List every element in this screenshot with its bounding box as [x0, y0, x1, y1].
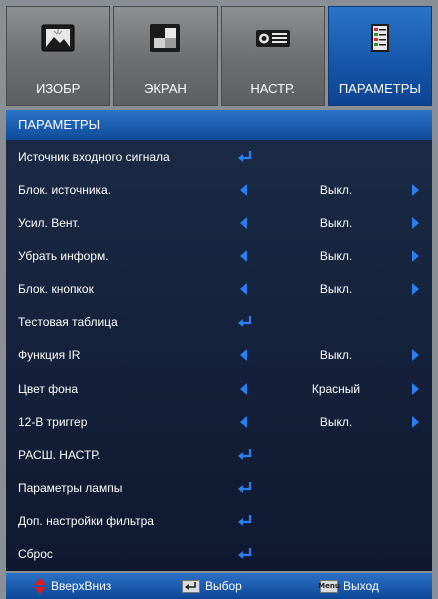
menu-key-icon: Menu — [318, 579, 340, 593]
enter-key-icon — [182, 579, 200, 593]
menu-item[interactable]: Усил. Вент. Выкл. — [6, 206, 432, 239]
exit-hint-label: Выход — [343, 579, 379, 593]
tab-image[interactable]: ИЗОБР — [6, 6, 111, 106]
enter-icon[interactable] — [238, 515, 252, 527]
menu-item-label: Источник входного сигнала — [18, 149, 170, 164]
menu-item[interactable]: Функция IR Выкл. — [6, 339, 432, 372]
menu-item[interactable]: Источник входного сигнала — [6, 140, 432, 173]
up-down-icon — [34, 578, 46, 594]
options-menu: Источник входного сигнала Блок. источника… — [6, 140, 432, 571]
screen-icon — [150, 24, 181, 52]
arrow-left-icon[interactable] — [240, 250, 247, 262]
menu-item-value: Выкл. — [319, 348, 353, 363]
menu-title: ПАРАМЕТРЫ — [6, 110, 432, 140]
arrow-left-icon[interactable] — [240, 183, 247, 196]
menu-item-label: Блок. кнопкок — [18, 282, 94, 297]
menu-item-value: Выкл. — [319, 215, 353, 230]
projector-icon — [255, 30, 290, 47]
menu-key-text: Menu — [318, 582, 340, 590]
menu-item-label: Функция IR — [18, 348, 81, 363]
menu-item-label: РАСШ. НАСТР. — [18, 447, 101, 462]
arrow-right-icon[interactable] — [412, 283, 419, 296]
arrow-left-icon[interactable] — [240, 415, 247, 428]
menu-item-label: Тестовая таблица — [18, 315, 118, 330]
image-icon — [41, 24, 75, 52]
nav-hint-label: ВверхВниз — [51, 579, 112, 593]
arrow-right-icon[interactable] — [412, 216, 419, 229]
tab-options[interactable]: ПАРАМЕТРЫ — [327, 6, 432, 106]
menu-item-value: Выкл. — [319, 182, 353, 197]
select-hint: Выбор — [182, 579, 242, 593]
tab-label: ПАРАМЕТРЫ — [338, 81, 421, 96]
menu-item-label: Усил. Вент. — [18, 215, 80, 230]
menu-item[interactable]: Тестовая таблица — [6, 306, 432, 339]
footer-hints: ВверхВниз Выбор Menu Выход — [6, 573, 432, 599]
exit-hint: Menu Выход — [318, 579, 379, 593]
tab-screen[interactable]: ЭКРАН — [113, 6, 218, 106]
menu-item-value: Красный — [311, 381, 361, 396]
options-icon — [370, 24, 389, 52]
menu-item-label: Сброс — [18, 547, 53, 562]
tab-label: НАСТР. — [250, 81, 295, 96]
arrow-left-icon[interactable] — [240, 216, 247, 229]
menu-item[interactable]: Блок. источника. Выкл. — [6, 173, 432, 206]
enter-icon[interactable] — [238, 548, 252, 560]
arrow-right-icon[interactable] — [412, 183, 419, 196]
tab-bar: ИЗОБР ЭКРАН НАСТР. ПАРАМЕТРЫ — [6, 6, 432, 106]
arrow-left-icon[interactable] — [240, 349, 247, 362]
menu-item[interactable]: Цвет фона Красный — [6, 372, 432, 405]
osd-frame: ИЗОБР ЭКРАН НАСТР. ПАРАМЕТРЫ ПАРАМЕТРЫ И… — [0, 0, 438, 599]
menu-item-label: Доп. настройки фильтра — [18, 514, 154, 529]
menu-item[interactable]: Убрать информ. Выкл. — [6, 239, 432, 272]
menu-item-label: Параметры лампы — [18, 481, 123, 496]
menu-item[interactable]: РАСШ. НАСТР. — [6, 438, 432, 471]
menu-item-label: Убрать информ. — [18, 249, 109, 263]
enter-icon[interactable] — [238, 482, 252, 494]
tab-label: ИЗОБР — [35, 81, 81, 96]
select-hint-label: Выбор — [205, 579, 242, 593]
arrow-right-icon[interactable] — [412, 250, 419, 262]
menu-item-value: Выкл. — [319, 414, 353, 429]
menu-item[interactable]: Параметры лампы — [6, 472, 432, 505]
menu-item-value: Выкл. — [319, 249, 353, 263]
nav-hint: ВверхВниз — [34, 578, 111, 594]
arrow-right-icon[interactable] — [412, 382, 419, 395]
enter-icon[interactable] — [238, 316, 252, 328]
enter-icon[interactable] — [238, 448, 252, 461]
tab-setup[interactable]: НАСТР. — [220, 6, 325, 106]
menu-item[interactable]: Сброс — [6, 538, 432, 571]
menu-item-label: Блок. источника. — [18, 182, 112, 197]
arrow-left-icon[interactable] — [240, 283, 247, 296]
arrow-left-icon[interactable] — [240, 382, 247, 395]
menu-item-value: Выкл. — [319, 282, 353, 297]
menu-item[interactable]: 12-В триггер Выкл. — [6, 405, 432, 438]
menu-item[interactable]: Блок. кнопкок Выкл. — [6, 273, 432, 306]
menu-item-label: Цвет фона — [18, 381, 79, 396]
menu-item-label: 12-В триггер — [18, 414, 88, 429]
arrow-right-icon[interactable] — [412, 349, 419, 362]
menu-item[interactable]: Доп. настройки фильтра — [6, 505, 432, 538]
tab-label: ЭКРАН — [143, 81, 187, 96]
enter-icon[interactable] — [238, 150, 252, 163]
arrow-right-icon[interactable] — [412, 415, 419, 428]
